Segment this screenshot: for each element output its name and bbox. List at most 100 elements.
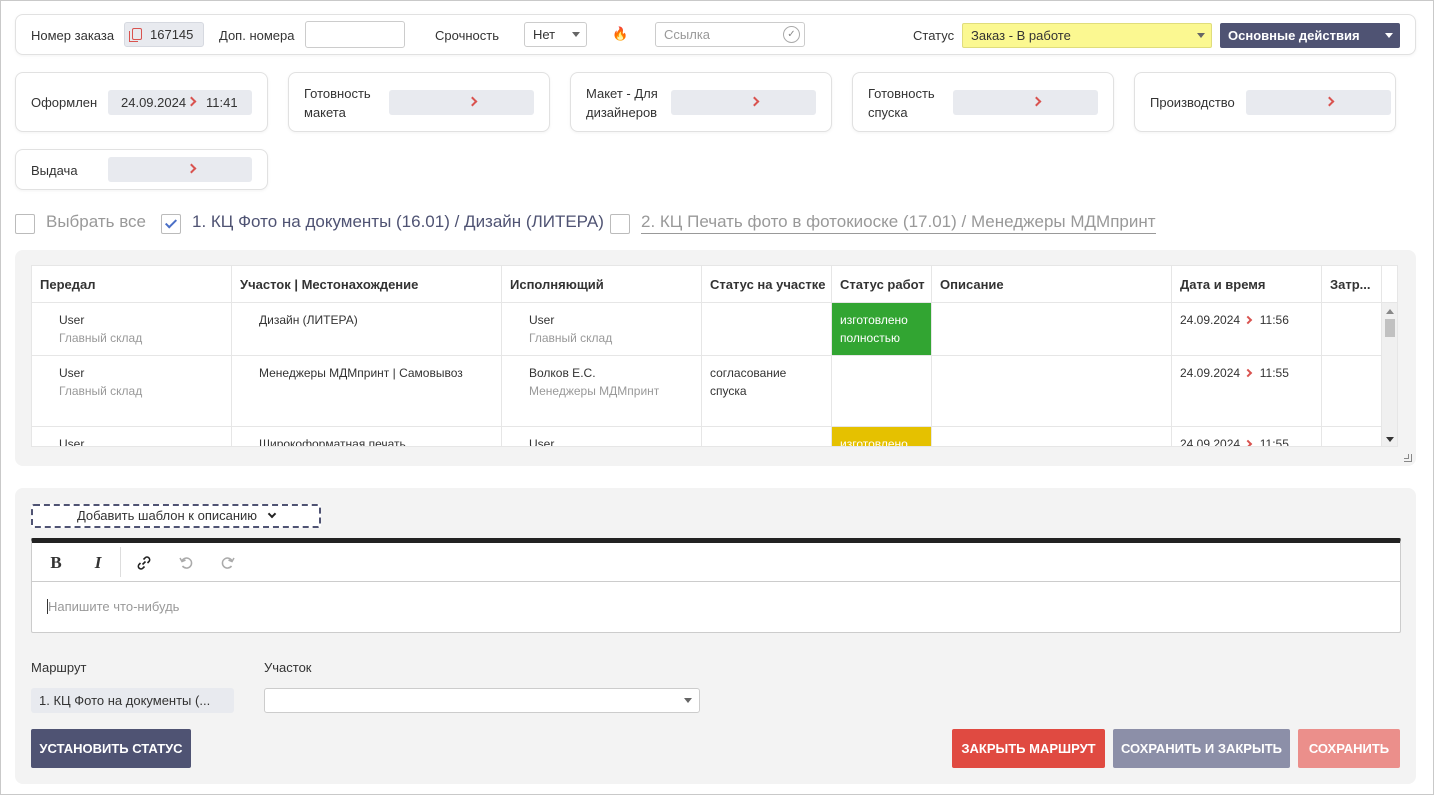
stage-card-layout-ready: Готовность макета <box>288 72 550 132</box>
link-placeholder: Ссылка <box>664 27 711 42</box>
from-place: Главный склад <box>59 331 143 345</box>
stage-card-issue: Выдача <box>15 149 268 190</box>
cell-section-status: согласование спуска <box>702 356 832 427</box>
column-header-work-status[interactable]: Статус работ <box>832 266 932 303</box>
toolbar-divider <box>120 547 121 577</box>
chevron-right-icon <box>1244 315 1253 325</box>
table-scrollbar[interactable] <box>1381 303 1397 446</box>
add-template-dropdown[interactable]: Добавить шаблон к описанию <box>31 504 321 528</box>
cell-datetime: 24.09.2024 11:55 <box>1172 427 1322 447</box>
order-number-field[interactable]: 167145 <box>124 22 204 47</box>
select-all-label[interactable]: Выбрать все <box>46 212 146 232</box>
status-value: Заказ - В работе <box>971 28 1071 43</box>
chevron-down-icon <box>684 698 692 703</box>
editor-placeholder: Напишите что-нибудь <box>48 599 180 614</box>
column-header-section-status[interactable]: Статус на участке <box>702 266 832 303</box>
stage-layout-designers-field[interactable] <box>671 90 816 115</box>
stage-release-ready-field[interactable] <box>953 90 1098 115</box>
save-and-close-button[interactable]: СОХРАНИТЬ И ЗАКРЫТЬ <box>1113 729 1290 768</box>
undo-button[interactable] <box>165 543 207 582</box>
route1-label[interactable]: 1. КЦ Фото на документы (16.01) / Дизайн… <box>192 212 604 232</box>
stage-layout-ready-label-1: Готовность <box>304 86 371 101</box>
cell-executor: User Главный склад <box>502 303 702 356</box>
fire-icon[interactable]: 🔥 <box>612 27 628 41</box>
cell-description <box>932 356 1172 427</box>
cell-section: Широкоформатная печать <box>232 427 502 446</box>
route2-label[interactable]: 2. КЦ Печать фото в фотокиоске (17.01) /… <box>641 212 1156 234</box>
route2-checkbox[interactable] <box>610 214 630 234</box>
stage-layout-designers-label-2: дизайнеров <box>586 105 658 120</box>
cell-section: Дизайн (ЛИТЕРА) <box>232 303 502 356</box>
stage-issue-field[interactable] <box>108 157 252 182</box>
column-header-spacer <box>1382 266 1397 303</box>
chevron-down-icon <box>572 32 580 37</box>
column-header-costs[interactable]: Затр... <box>1322 266 1382 303</box>
column-header-description[interactable]: Описание <box>932 266 1172 303</box>
order-header-bar: Номер заказа 167145 Доп. номера Срочност… <box>15 14 1416 55</box>
urgency-select[interactable]: Нет <box>524 22 587 47</box>
scroll-down-icon[interactable] <box>1386 437 1394 442</box>
editor-toolbar: B I <box>32 543 1400 582</box>
cell-section-status <box>702 427 832 446</box>
save-button[interactable]: СОХРАНИТЬ <box>1298 729 1400 768</box>
extra-numbers-input[interactable] <box>305 21 405 48</box>
check-circle-icon[interactable]: ✓ <box>783 26 800 43</box>
stage-release-ready-label-2: спуска <box>868 105 908 120</box>
column-header-from[interactable]: Передал <box>32 266 232 303</box>
column-header-executor[interactable]: Исполняющий <box>502 266 702 303</box>
stage-registered-date-field[interactable]: 24.09.2024 11:41 <box>108 90 252 115</box>
text-cursor <box>47 599 48 614</box>
redo-button[interactable] <box>207 543 249 582</box>
stage-layout-ready-label-2: макета <box>304 105 346 120</box>
close-route-button[interactable]: ЗАКРЫТЬ МАРШРУТ <box>952 729 1105 768</box>
link-input[interactable]: Ссылка ✓ <box>655 22 805 47</box>
from-place: Главный склад <box>59 384 143 398</box>
history-table-section: Передал Участок | Местонахождение Исполн… <box>15 250 1416 466</box>
cell-datetime: 24.09.2024 11:55 <box>1172 356 1322 427</box>
stage-layout-designers-label-1: Макет - Для <box>586 86 658 101</box>
status-select[interactable]: Заказ - В работе <box>962 23 1212 48</box>
editor-content-area[interactable]: Напишите что-нибудь <box>47 599 180 614</box>
italic-button[interactable]: I <box>77 543 119 582</box>
row-date: 24.09.2024 <box>1180 313 1241 327</box>
stage-registered-label: Оформлен <box>31 95 98 110</box>
section-select[interactable] <box>264 688 700 713</box>
section-status-text-1: согласование <box>710 366 787 380</box>
stage-registered-date: 24.09.2024 <box>121 95 187 110</box>
urgency-value: Нет <box>533 27 556 42</box>
chevron-right-icon <box>186 96 197 107</box>
add-template-label: Добавить шаблон к описанию <box>76 508 258 523</box>
cell-from: User <box>32 427 232 446</box>
link-button[interactable] <box>123 543 165 582</box>
row-date: 24.09.2024 <box>1180 437 1241 447</box>
executor-place: Менеджеры МДМпринт <box>529 384 660 398</box>
stage-production-field[interactable] <box>1246 90 1391 115</box>
set-status-button[interactable]: УСТАНОВИТЬ СТАТУС <box>31 729 191 768</box>
cell-costs <box>1322 427 1382 446</box>
undo-icon <box>179 557 193 569</box>
bold-button[interactable]: B <box>35 543 77 582</box>
main-actions-dropdown[interactable]: Основные действия <box>1220 23 1400 48</box>
column-header-datetime[interactable]: Дата и время <box>1172 266 1322 303</box>
row-time: 11:56 <box>1259 313 1289 327</box>
stage-layout-ready-field[interactable] <box>389 90 534 115</box>
cell-description <box>932 427 1172 446</box>
from-user: User <box>59 366 85 380</box>
scroll-up-icon[interactable] <box>1386 309 1394 314</box>
work-status-text-2: полностью <box>840 331 900 345</box>
cell-from: User Главный склад <box>32 356 232 427</box>
cell-work-status: изготовлено полностью <box>832 303 932 356</box>
resize-handle-icon[interactable] <box>1404 454 1412 462</box>
from-user: User <box>59 313 85 327</box>
scrollbar-thumb[interactable] <box>1385 319 1395 337</box>
column-header-section[interactable]: Участок | Местонахождение <box>232 266 502 303</box>
select-all-checkbox[interactable] <box>15 214 35 234</box>
checkmark-icon <box>164 216 178 229</box>
stage-card-registered: Оформлен 24.09.2024 11:41 <box>15 72 268 132</box>
stage-card-layout-designers: Макет - Для дизайнеров <box>570 72 832 132</box>
cell-work-status <box>832 356 932 427</box>
copy-icon[interactable] <box>129 28 142 42</box>
route1-checkbox[interactable] <box>161 214 181 234</box>
status-editor-section: Добавить шаблон к описанию B I Напишите … <box>15 488 1416 784</box>
redo-icon <box>221 557 235 569</box>
